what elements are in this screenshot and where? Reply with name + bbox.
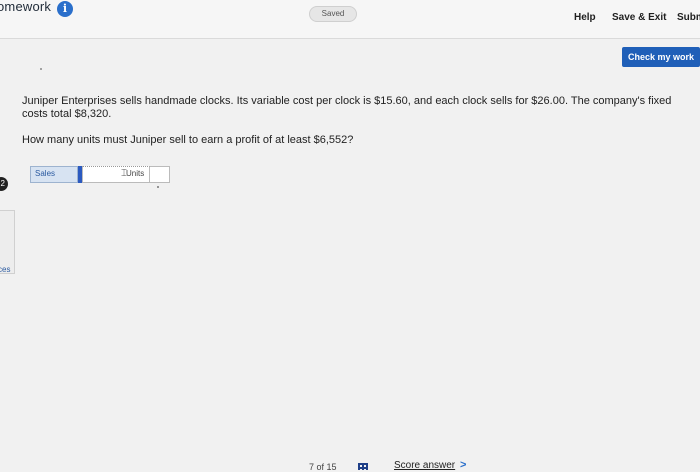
units-label-cell <box>150 166 170 183</box>
dot-marker <box>40 68 42 70</box>
bottom-navigation: 7 of 15 Score answer > <box>0 458 700 472</box>
question-prompt: How many units must Juniper sell to earn… <box>22 134 354 146</box>
help-link[interactable]: Help <box>574 12 596 23</box>
chevron-right-icon[interactable]: > <box>460 459 466 471</box>
grid-icon[interactable] <box>358 463 368 470</box>
info-icon[interactable]: i <box>57 1 73 17</box>
top-bar: omework i Saved Help Save & Exit Subm <box>0 0 700 39</box>
sales-row-label: Sales <box>30 166 78 183</box>
question-text: Juniper Enterprises sells handmade clock… <box>22 95 672 120</box>
app-title: omework <box>0 0 52 14</box>
submit-link[interactable]: Subm <box>677 12 700 23</box>
save-exit-link[interactable]: Save & Exit <box>612 12 666 23</box>
saved-status-badge: Saved <box>309 6 357 22</box>
units-label: Units <box>126 169 145 178</box>
check-my-work-button[interactable]: Check my work <box>622 47 700 67</box>
question-number-badge[interactable]: 2 <box>0 177 8 191</box>
dot-marker <box>157 186 159 188</box>
score-answer-link[interactable]: Score answer <box>394 460 455 471</box>
answer-row: Sales ⌶ Units <box>30 166 170 183</box>
page-count: 7 of 15 <box>309 462 337 472</box>
side-panel-label[interactable]: ces <box>0 265 10 274</box>
